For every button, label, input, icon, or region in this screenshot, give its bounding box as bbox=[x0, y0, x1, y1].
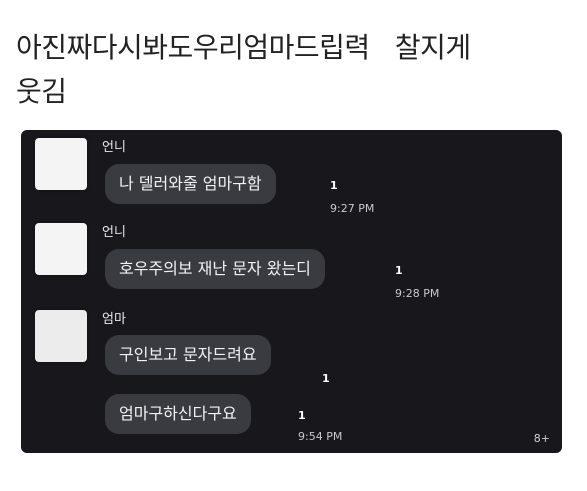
message-time: 9:54 PM bbox=[298, 430, 343, 443]
unread-count: 1 bbox=[298, 409, 306, 422]
sender-name: 언니 bbox=[102, 140, 126, 155]
message-bubble[interactable]: 구인보고 문자드려요 bbox=[105, 335, 271, 375]
unread-count: 1 bbox=[395, 264, 403, 277]
avatar-sister[interactable] bbox=[35, 138, 87, 190]
unread-count: 1 bbox=[322, 372, 330, 385]
message-bubble[interactable]: 나 델러와줄 엄마구함 bbox=[105, 164, 276, 204]
participant-count: 8+ bbox=[533, 432, 550, 445]
avatar-sister[interactable] bbox=[35, 223, 87, 275]
message-bubble[interactable]: 엄마구하신다구요 bbox=[105, 394, 251, 434]
sender-name: 언니 bbox=[102, 225, 126, 240]
message-bubble[interactable]: 호우주의보 재난 문자 왔는디 bbox=[105, 249, 325, 289]
message-time: 9:27 PM bbox=[330, 202, 375, 215]
sender-name: 엄마 bbox=[102, 312, 126, 327]
unread-count: 1 bbox=[330, 179, 338, 192]
chat-screenshot: 언니 나 델러와줄 엄마구함 1 9:27 PM 언니 호우주의보 재난 문자 … bbox=[21, 130, 562, 453]
avatar-mom[interactable] bbox=[35, 310, 87, 362]
message-time: 9:28 PM bbox=[395, 287, 440, 300]
post-caption: 아진짜다시봐도우리엄마드립력 찰지게 웃김 bbox=[16, 31, 471, 108]
